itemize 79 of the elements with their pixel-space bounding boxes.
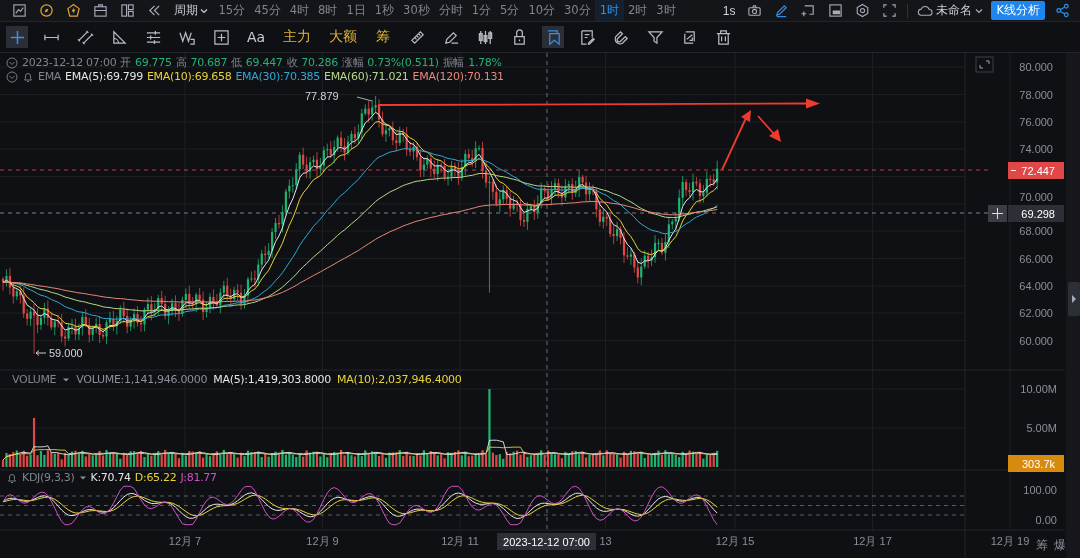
interval-tab[interactable]: 4时 xyxy=(285,0,314,21)
corner-button[interactable]: 筹 xyxy=(1036,537,1048,554)
ohlc-label: 收 xyxy=(286,55,298,70)
ohlc-value: 69.447 xyxy=(245,56,283,69)
date-label: 12月 7 xyxy=(168,535,202,547)
interval-tab[interactable]: 2时 xyxy=(623,0,652,21)
volume-value: MA(5):1,419,303.8000 xyxy=(213,373,331,386)
ohlc-value: 69.775 xyxy=(135,56,172,69)
ohlc-value: 0.73%(0.511) xyxy=(367,56,439,69)
crosshair-price-label: 69.298 xyxy=(1021,208,1055,220)
price-tick-label: 80.000 xyxy=(1019,61,1053,73)
price-tick-label: 74.000 xyxy=(1019,143,1053,155)
candle-date: 2023-12-12 07:00 xyxy=(22,56,117,69)
ohlc-label: 高 xyxy=(175,55,187,70)
indicator-name[interactable]: EMA xyxy=(38,70,62,83)
refresh-rate-label[interactable]: 1s xyxy=(722,3,736,18)
interval-tab[interactable]: 3时 xyxy=(651,0,681,21)
price-tick-label: 64.000 xyxy=(1019,280,1053,292)
ohlc-label: 振幅 xyxy=(442,55,465,70)
interval-tab[interactable]: 10分 xyxy=(523,0,560,21)
interval-tab[interactable]: 1时 xyxy=(595,0,624,21)
indicator-name[interactable]: VOLUME xyxy=(12,373,57,386)
price-tick-label: 66.000 xyxy=(1019,252,1053,265)
ema-value: EMA(30):70.385 xyxy=(235,70,320,83)
ohlc-label: 涨幅 xyxy=(341,55,364,70)
interval-tab[interactable]: 30秒 xyxy=(398,0,435,21)
interval-tab[interactable]: 分时 xyxy=(434,0,468,21)
feature-button[interactable]: 筹 xyxy=(372,26,395,48)
last-price-label: 72.447 xyxy=(1021,165,1055,177)
date-label: 13 xyxy=(599,535,612,547)
date-label: 12月 11 xyxy=(441,535,479,547)
ohlc-label: 开 xyxy=(120,55,132,70)
layout-dropdown[interactable]: 未命名 xyxy=(912,3,988,18)
volume-value: VOLUME:1,141,946.0000 xyxy=(76,373,208,386)
ohlc-label: 低 xyxy=(231,55,242,70)
interval-tab[interactable]: 1分 xyxy=(467,0,496,21)
ohlc-value: 70.286 xyxy=(301,56,338,69)
period-dropdown[interactable]: 周期 xyxy=(168,2,214,19)
crosshair-time-badge: 2023-12-12 07:00 xyxy=(497,533,596,550)
ohlc-value: 70.687 xyxy=(190,56,228,69)
corner-button[interactable]: 爆 xyxy=(1054,537,1066,554)
analysis-button[interactable]: K线分析 xyxy=(991,1,1045,20)
interval-tab[interactable]: 5分 xyxy=(495,0,524,21)
last-volume-label: 303.7k xyxy=(1021,458,1055,470)
low-price-label: 59.000 xyxy=(49,347,83,359)
price-tick-label: 68.000 xyxy=(1019,225,1053,237)
kdj-tick-label: 0.00 xyxy=(1035,514,1057,526)
ema-value: EMA(10):69.658 xyxy=(146,70,232,83)
high-price-label: 77.879 xyxy=(305,90,339,102)
date-label: 12月 17 xyxy=(853,535,892,547)
date-label: 12月 19 xyxy=(990,535,1030,547)
ema-value: EMA(120):70.131 xyxy=(412,70,504,83)
interval-tab[interactable]: 15分 xyxy=(214,0,250,21)
price-tick-label: 60.000 xyxy=(1019,334,1053,347)
kdj-value: J:81.77 xyxy=(180,471,217,484)
volume-tick-label: 10.00M xyxy=(1020,383,1057,395)
ema-value: EMA(5):69.799 xyxy=(65,70,143,83)
price-tick-label: 62.000 xyxy=(1019,307,1053,319)
volume-value: MA(10):2,037,946.4000 xyxy=(337,373,462,386)
interval-tab[interactable]: 1秒 xyxy=(370,0,399,21)
indicator-name[interactable]: KDJ(9,3,3) xyxy=(22,471,75,484)
price-tick-label: 70.000 xyxy=(1019,191,1053,203)
feature-button[interactable]: 大额 xyxy=(326,26,361,48)
ohlc-value: 1.78% xyxy=(468,56,502,69)
price-tick-label: 78.000 xyxy=(1019,88,1053,101)
price-tick-label: 76.000 xyxy=(1019,116,1053,128)
kdj-value: K:70.74 xyxy=(90,471,131,484)
ema-value: EMA(60):71.021 xyxy=(324,70,409,83)
volume-tick-label: 5.00M xyxy=(1026,422,1057,434)
interval-tab[interactable]: 1日 xyxy=(341,0,371,21)
text-tool-button[interactable]: Aa xyxy=(244,26,269,48)
date-label: 12月 15 xyxy=(715,535,755,547)
kdj-tick-label: 100.00 xyxy=(1023,484,1057,496)
feature-button[interactable]: 主力 xyxy=(280,26,315,48)
interval-tab[interactable]: 45分 xyxy=(249,0,286,21)
interval-tab[interactable]: 30分 xyxy=(559,0,596,21)
interval-tab[interactable]: 8时 xyxy=(313,0,342,21)
kdj-value: D:65.22 xyxy=(134,471,177,484)
date-label: 12月 9 xyxy=(306,535,339,547)
